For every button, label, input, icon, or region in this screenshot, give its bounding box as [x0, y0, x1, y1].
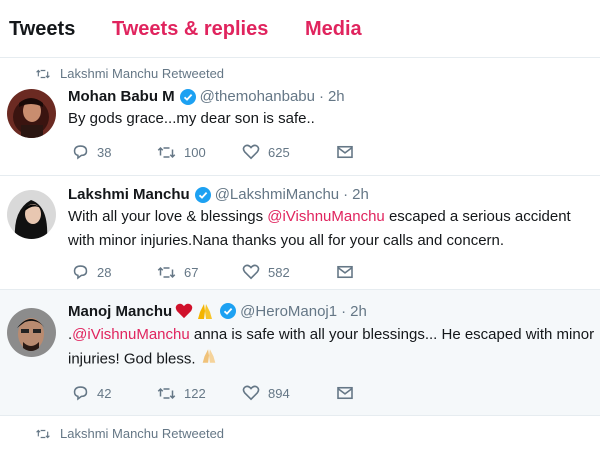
reply-icon — [73, 265, 88, 280]
like-count: 582 — [268, 264, 290, 280]
separator-dot: · — [341, 302, 347, 320]
reply-icon — [73, 386, 88, 401]
timestamp[interactable]: 2h — [328, 88, 345, 105]
reply-button[interactable]: 28 — [72, 264, 157, 280]
avatar[interactable] — [7, 308, 56, 357]
tab-tweets[interactable]: Tweets — [9, 18, 75, 41]
author-name[interactable]: Mohan Babu M — [68, 88, 175, 105]
tweet-header: Manoj Manchu @HeroManoj1 · 2h — [68, 302, 367, 320]
envelope-icon — [337, 386, 353, 400]
message-button[interactable] — [336, 386, 362, 400]
retweet-count: 100 — [184, 144, 206, 160]
reply-icon — [73, 145, 88, 160]
tweet-actions: 42 122 894 — [72, 385, 362, 401]
profile-tabs: Tweets Tweets & replies Media — [0, 0, 600, 58]
heart-icon — [242, 385, 260, 401]
timestamp[interactable]: 2h — [352, 186, 369, 203]
like-count: 894 — [268, 385, 290, 401]
like-button[interactable]: 894 — [242, 385, 336, 401]
tweet-header: Mohan Babu M @themohanbabu · 2h — [68, 88, 345, 105]
separator-dot: · — [343, 186, 349, 203]
red-heart-emoji-icon — [175, 303, 193, 319]
verified-badge-icon — [179, 88, 196, 105]
tab-media[interactable]: Media — [305, 18, 362, 41]
retweet-button[interactable]: 122 — [157, 386, 242, 401]
verified-badge-icon — [194, 186, 211, 203]
retweet-context-label: Lakshmi Manchu Retweeted — [60, 426, 225, 441]
tab-tweets-and-replies[interactable]: Tweets & replies — [112, 18, 268, 41]
envelope-icon — [337, 145, 353, 159]
retweet-button[interactable]: 67 — [157, 265, 242, 280]
tweet[interactable]: Lakshmi Manchu Retweeted Mohan Babu M @t… — [0, 58, 600, 176]
retweet-context: Lakshmi Manchu Retweeted — [36, 66, 224, 81]
tweet-text: By gods grace...my dear son is safe.. — [68, 110, 315, 127]
author-handle[interactable]: @HeroManoj1 — [240, 303, 337, 320]
author-name[interactable]: Manoj Manchu — [68, 303, 172, 320]
tweet-actions: 28 67 582 — [72, 264, 362, 280]
reply-count: 42 — [97, 385, 112, 401]
separator-dot: · — [318, 88, 324, 105]
like-button[interactable]: 582 — [242, 264, 336, 280]
retweet-icon — [157, 266, 176, 278]
message-button[interactable] — [336, 265, 362, 279]
timestamp[interactable]: 2h — [350, 303, 367, 320]
reply-button[interactable]: 42 — [72, 385, 157, 401]
reply-count: 28 — [97, 264, 112, 280]
tweet-header: Lakshmi Manchu @LakshmiManchu · 2h — [68, 186, 369, 203]
mention-link[interactable]: @iVishnuManchu — [72, 326, 190, 343]
retweet-count: 67 — [184, 264, 199, 280]
retweet-icon — [157, 146, 176, 158]
avatar[interactable] — [7, 190, 56, 239]
retweet-context: Lakshmi Manchu Retweeted — [36, 426, 224, 441]
author-handle[interactable]: @themohanbabu — [200, 88, 315, 105]
like-count: 625 — [268, 144, 290, 160]
retweet-button[interactable]: 100 — [157, 145, 242, 160]
like-button[interactable]: 625 — [242, 144, 336, 160]
author-name[interactable]: Lakshmi Manchu — [68, 186, 190, 203]
reply-count: 38 — [97, 144, 112, 160]
retweet-count: 122 — [184, 385, 206, 401]
retweet-icon — [36, 69, 50, 78]
message-button[interactable] — [336, 145, 362, 159]
tweet-actions: 38 100 625 — [72, 144, 362, 160]
retweet-context-label: Lakshmi Manchu Retweeted — [60, 66, 225, 81]
folded-hands-emoji-icon — [195, 302, 215, 320]
retweet-icon — [36, 429, 50, 438]
envelope-icon — [337, 265, 353, 279]
tweet-text: With all your love & blessings @iVishnuM… — [68, 205, 598, 253]
reply-button[interactable]: 38 — [72, 144, 157, 160]
mention-link[interactable]: @iVishnuManchu — [267, 208, 385, 225]
verified-badge-icon — [220, 303, 237, 319]
tweet-text: .@iVishnuManchu anna is safe with all yo… — [68, 323, 598, 372]
tweet[interactable]: Lakshmi Manchu Retweeted — [0, 416, 600, 450]
tweet[interactable]: Manoj Manchu @HeroManoj1 · 2h .@iVishnuM… — [0, 290, 600, 416]
heart-icon — [242, 264, 260, 280]
folded-hands-emoji-icon — [200, 347, 218, 372]
retweet-icon — [157, 387, 176, 399]
tweet[interactable]: Lakshmi Manchu @LakshmiManchu · 2h With … — [0, 176, 600, 290]
author-handle[interactable]: @LakshmiManchu — [215, 186, 339, 203]
tweet-text-part: With all your love & blessings — [68, 208, 268, 225]
heart-icon — [242, 144, 260, 160]
avatar[interactable] — [7, 89, 56, 138]
